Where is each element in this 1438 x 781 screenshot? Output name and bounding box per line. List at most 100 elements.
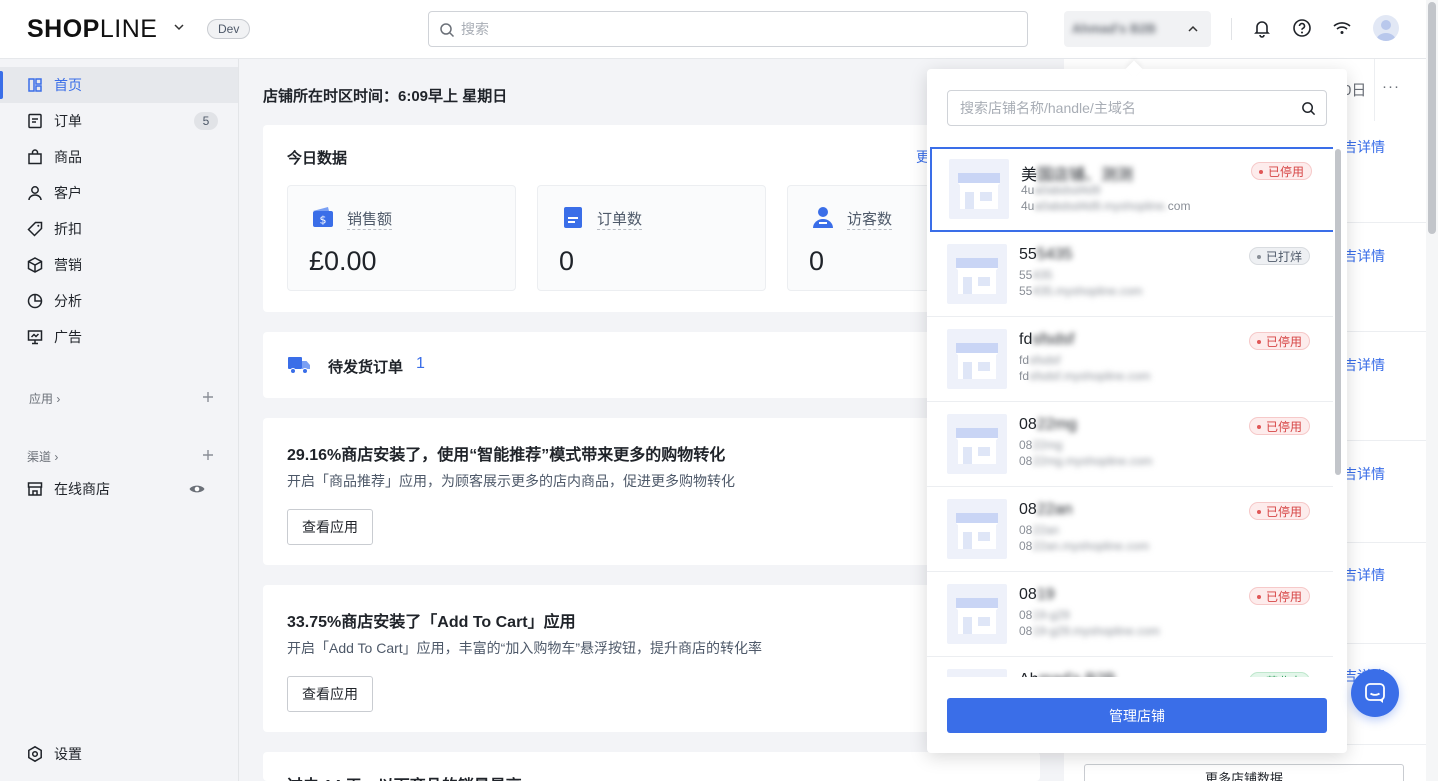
apps-section-toggle[interactable]: 应用 › xyxy=(29,390,60,407)
sidebar-item-label: 折扣 xyxy=(54,221,82,237)
store-list: 美国店铺、测测 4ua0abdsd4d9 4ua0abdsd4d9.myshopli… xyxy=(927,147,1333,677)
rec-title: 29.16%商店安装了，使用“智能推荐”模式带来更多的购物转化 xyxy=(287,447,726,464)
chat-button[interactable] xyxy=(1351,669,1399,717)
top-products-card: 过去 14 天，以下商品的销量最高 xyxy=(263,752,1040,781)
store-domain: 4ua0abdsd4d9.myshopline.com xyxy=(1021,199,1191,213)
eye-icon[interactable] xyxy=(188,480,206,498)
manage-stores-button[interactable]: 管理店铺 xyxy=(947,698,1327,733)
sidebar: 首页 订单 5 商品 客户 折扣 营销 分析 广告 应用 › 渠道 › 在线商店… xyxy=(0,59,239,781)
sidebar-item-online-store[interactable]: 在线商店 xyxy=(0,471,238,507)
chat-icon xyxy=(1365,683,1385,703)
settings-icon xyxy=(28,745,42,763)
sidebar-item-customers[interactable]: 客户 xyxy=(0,175,238,211)
store-name: 0822an xyxy=(1019,501,1073,518)
pending-orders-card[interactable]: 待发货订单 1 xyxy=(263,332,1040,398)
stat-sales[interactable]: $ 销售额 £0.00 xyxy=(287,185,516,291)
truck-icon xyxy=(288,357,310,374)
sidebar-item-ads[interactable]: 广告 xyxy=(0,319,238,355)
store-row[interactable]: Ahmad's B2B 营业中 xyxy=(927,657,1333,677)
add-channel-icon[interactable] xyxy=(201,448,215,462)
store-search[interactable] xyxy=(947,90,1327,126)
order-icon xyxy=(28,113,42,129)
bag-icon xyxy=(28,149,42,165)
store-row[interactable]: 555435 55435 55435.myshopline.com 已打烊 xyxy=(927,232,1333,317)
sidebar-item-label: 订单 xyxy=(54,113,82,129)
store-status-badge: 营业中 xyxy=(1249,672,1311,677)
global-search[interactable] xyxy=(428,11,1028,47)
sidebar-item-analytics[interactable]: 分析 xyxy=(0,283,238,319)
visitor-icon xyxy=(813,207,833,228)
monitor-icon xyxy=(27,330,43,345)
store-status-badge: 已打烊 xyxy=(1249,247,1311,265)
store-detail-link[interactable]: 吉详情 xyxy=(1343,464,1385,484)
store-thumbnail xyxy=(947,414,1007,474)
cube-icon xyxy=(27,257,43,273)
store-row[interactable]: 0822an 0822an 0822an.myshopline.com 已停用 xyxy=(927,487,1333,572)
shopline-logo[interactable]: SHOPLINE xyxy=(27,15,157,44)
store-row[interactable]: fdsfsdsf fdsfsdsf fdsfsdsf.myshopline.com 已… xyxy=(927,317,1333,402)
store-row[interactable]: 美国店铺、测测 4ua0abdsd4d9 4ua0abdsd4d9.myshopli… xyxy=(930,147,1333,232)
store-thumb-icon xyxy=(956,598,998,634)
store-thumb-icon xyxy=(947,669,1007,677)
sidebar-item-orders[interactable]: 订单 5 xyxy=(0,103,238,139)
store-detail-link[interactable]: 吉详情 xyxy=(1343,565,1385,585)
stat-orders[interactable]: 订单数 0 xyxy=(537,185,766,291)
env-badge: Dev xyxy=(207,19,251,39)
sidebar-item-label: 首页 xyxy=(54,77,82,93)
sidebar-item-settings[interactable]: 设置 xyxy=(0,736,238,772)
store-thumbnail xyxy=(947,499,1007,559)
chevron-up-icon xyxy=(1188,25,1198,32)
order-count-badge: 5 xyxy=(194,112,218,130)
chevron-down-icon[interactable] xyxy=(172,20,186,34)
scrollbar-thumb[interactable] xyxy=(1428,2,1436,234)
store-list-scrollbar[interactable] xyxy=(1335,149,1341,475)
store-switcher[interactable]: Ahmad's B2B xyxy=(1064,11,1211,47)
store-detail-link[interactable]: 吉详情 xyxy=(1343,355,1385,375)
tag-icon xyxy=(27,221,43,237)
store-thumb-icon xyxy=(956,343,998,379)
wifi-icon[interactable] xyxy=(1331,17,1353,39)
store-name: 美国店铺、测测 xyxy=(1021,167,1134,184)
store-thumbnail xyxy=(947,329,1007,389)
search-input[interactable] xyxy=(461,12,1021,46)
divider xyxy=(1374,59,1375,121)
add-app-icon[interactable] xyxy=(201,390,215,404)
view-app-button[interactable]: 查看应用 xyxy=(287,509,373,545)
card-title: 今日数据 xyxy=(287,150,348,167)
recommendation-card: 29.16%商店安装了，使用“智能推荐”模式带来更多的购物转化 开启「商品推荐」… xyxy=(263,418,1040,565)
more-options-icon[interactable]: ··· xyxy=(1382,78,1400,95)
store-search-input[interactable] xyxy=(960,91,1290,125)
stat-value: £0.00 xyxy=(309,246,377,276)
store-thumb-icon xyxy=(956,513,998,549)
divider xyxy=(1231,18,1232,40)
top-bar: SHOPLINE Dev Ahmad's B2B xyxy=(0,0,1426,59)
channels-section-toggle[interactable]: 渠道 › xyxy=(27,448,58,465)
sidebar-item-marketing[interactable]: 营销 xyxy=(0,247,238,283)
sidebar-item-products[interactable]: 商品 xyxy=(0,139,238,175)
sidebar-item-label: 设置 xyxy=(54,746,82,762)
avatar[interactable] xyxy=(1373,15,1399,41)
store-detail-link[interactable]: 吉详情 xyxy=(1343,246,1385,266)
store-detail-link[interactable]: 吉详情 xyxy=(1343,137,1385,157)
more-store-data-button[interactable]: 更多店铺数据 xyxy=(1084,764,1404,781)
store-row[interactable]: 0819 0819-g29 0819-g29.myshopline.com 已停用 xyxy=(927,572,1333,657)
sidebar-item-home[interactable]: 首页 xyxy=(0,67,238,103)
sidebar-item-label: 客户 xyxy=(54,185,82,201)
store-handle: 4ua0abdsd4d9 xyxy=(1021,183,1101,197)
sidebar-item-discounts[interactable]: 折扣 xyxy=(0,211,238,247)
pending-count[interactable]: 1 xyxy=(416,355,425,373)
store-handle: 0819-g29 xyxy=(1019,608,1070,622)
stat-label: 订单数 xyxy=(597,208,643,230)
user-avatar-icon xyxy=(1376,20,1396,41)
store-row[interactable]: 0822mg 0822mg 0822mg.myshopline.com 已停用 xyxy=(927,402,1333,487)
store-thumbnail xyxy=(947,244,1007,304)
help-icon[interactable] xyxy=(1291,17,1313,39)
today-data-card: 今日数据 更 $ 销售额 £0.00 订单数 0 访客数 0 xyxy=(263,125,1040,312)
view-app-button[interactable]: 查看应用 xyxy=(287,676,373,712)
store-status-badge: 已停用 xyxy=(1249,502,1311,520)
store-name: 0819 xyxy=(1019,586,1055,603)
bell-icon[interactable] xyxy=(1251,17,1273,39)
page-scrollbar[interactable] xyxy=(1426,0,1438,781)
store-status-badge: 已停用 xyxy=(1249,587,1311,605)
search-icon xyxy=(440,23,455,38)
